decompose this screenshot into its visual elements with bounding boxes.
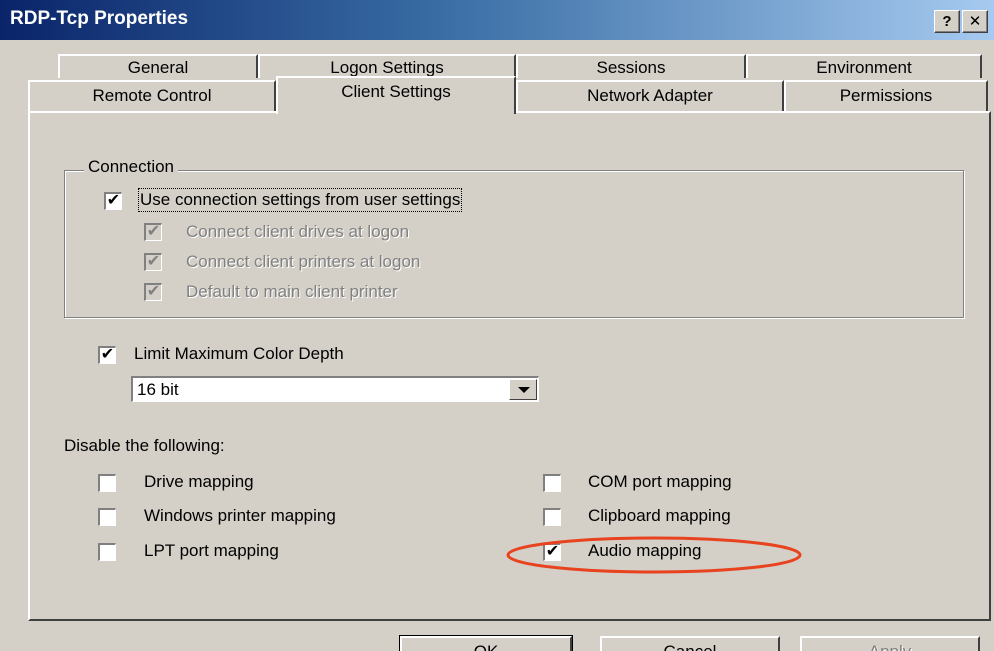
dialog-window: RDP-Tcp Properties ? ✕ General Logon Set… [0,0,994,651]
close-button[interactable]: ✕ [962,10,988,33]
tab-logon-settings[interactable]: Logon Settings [258,54,516,78]
connection-legend: Connection [84,157,179,177]
apply-button[interactable]: Apply [800,636,980,651]
use-user-settings-label[interactable]: Use connection settings from user settin… [137,188,463,212]
tab-remote-control[interactable]: Remote Control [28,80,276,111]
tab-sessions[interactable]: Sessions [516,54,746,78]
drive-mapping-label[interactable]: Drive mapping [144,472,254,492]
clipboard-mapping-checkbox[interactable] [543,508,561,526]
connect-drives-checkbox[interactable]: ✔ [144,223,162,241]
help-button[interactable]: ? [934,10,960,33]
limit-color-depth-checkbox[interactable]: ✔ [98,346,116,364]
tab-permissions[interactable]: Permissions [784,80,988,111]
default-printer-label: Default to main client printer [186,282,398,301]
lpt-port-mapping-checkbox[interactable] [98,543,116,561]
default-printer-checkbox[interactable]: ✔ [144,283,162,301]
color-depth-dropdown-button[interactable] [509,379,537,400]
ok-button[interactable]: OK [399,635,573,651]
clipboard-mapping-label[interactable]: Clipboard mapping [588,506,731,526]
connect-printers-checkbox[interactable]: ✔ [144,253,162,271]
connect-printers-label: Connect client printers at logon [186,252,421,271]
color-depth-select[interactable]: 16 bit [131,376,539,402]
cancel-button[interactable]: Cancel [600,636,780,651]
limit-color-depth-label[interactable]: Limit Maximum Color Depth [134,344,344,364]
tab-environment[interactable]: Environment [746,54,982,78]
audio-mapping-label[interactable]: Audio mapping [588,541,701,561]
windows-printer-mapping-checkbox[interactable] [98,508,116,526]
com-port-mapping-checkbox[interactable] [543,474,561,492]
windows-printer-mapping-label[interactable]: Windows printer mapping [144,506,336,526]
tab-network-adapter[interactable]: Network Adapter [516,80,784,111]
audio-mapping-checkbox[interactable]: ✔ [543,543,561,561]
connect-drives-label: Connect client drives at logon [186,222,410,241]
close-icon: ✕ [968,13,982,30]
tab-general[interactable]: General [58,54,258,78]
color-depth-value: 16 bit [137,380,179,399]
com-port-mapping-label[interactable]: COM port mapping [588,472,732,492]
tab-client-settings[interactable]: Client Settings [276,76,516,114]
lpt-port-mapping-label[interactable]: LPT port mapping [144,541,279,561]
disable-heading: Disable the following: [64,436,225,455]
title-bar[interactable]: RDP-Tcp Properties ? ✕ [0,0,994,40]
chevron-down-icon [518,387,530,393]
window-title: RDP-Tcp Properties [10,8,189,29]
use-user-settings-checkbox[interactable]: ✔ [104,192,122,210]
drive-mapping-checkbox[interactable] [98,474,116,492]
